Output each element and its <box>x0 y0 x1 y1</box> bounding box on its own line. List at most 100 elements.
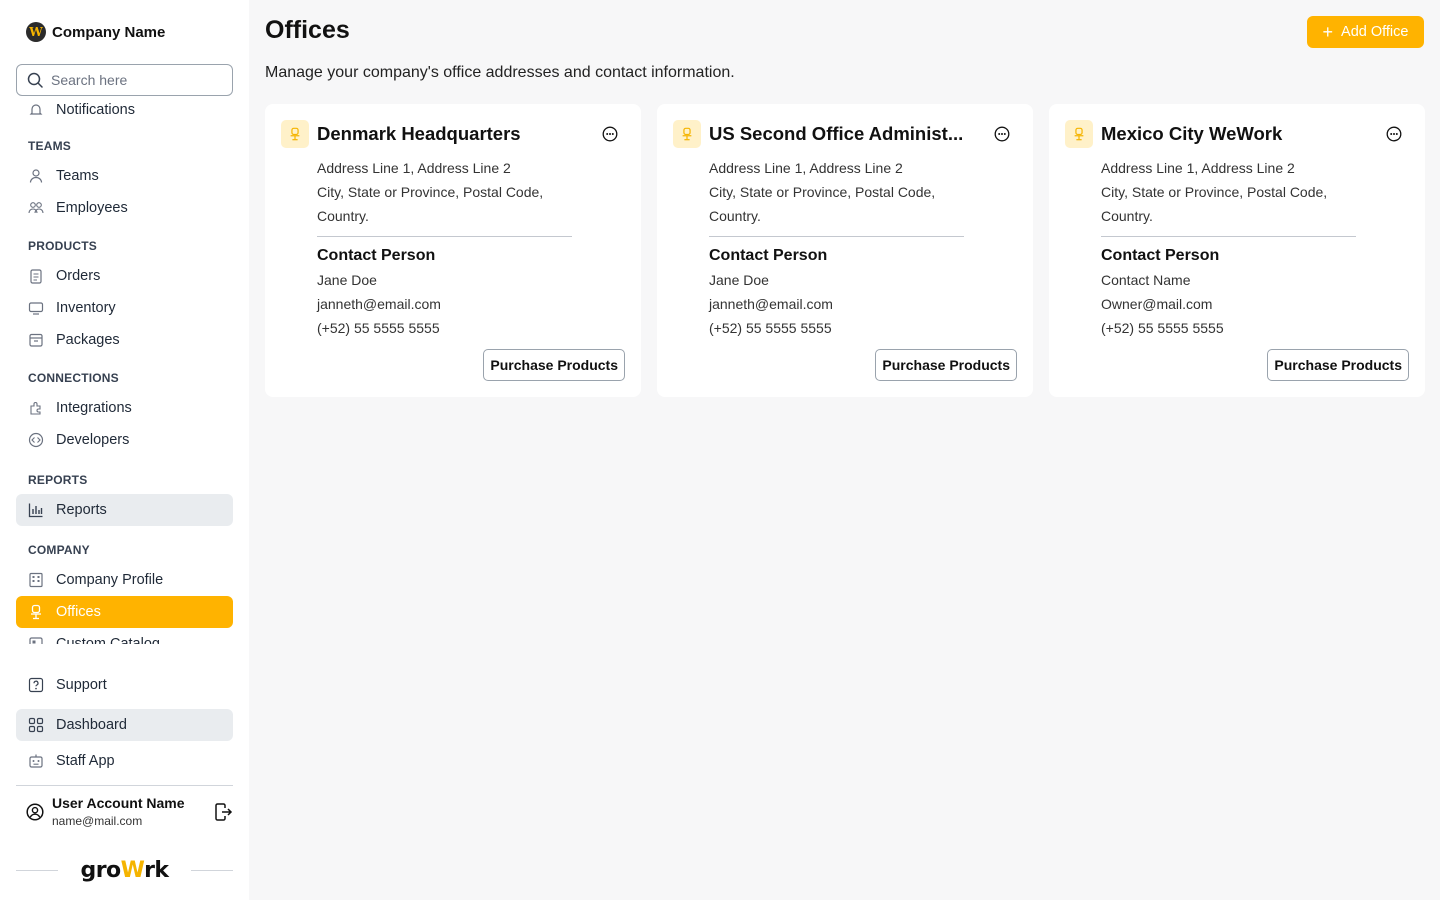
more-options-icon[interactable] <box>602 126 618 142</box>
sidebar-nav[interactable]: Notifications TEAMS Teams Employees PROD… <box>16 102 233 644</box>
bar-chart-icon <box>28 502 44 518</box>
country-line: Country. <box>317 208 369 224</box>
office-card: Denmark Headquarters Address Line 1, Add… <box>265 104 641 397</box>
sidebar-item-label: Developers <box>56 432 130 448</box>
sidebar-item-integrations[interactable]: Integrations <box>16 392 233 424</box>
section-title-connections: CONNECTIONS <box>28 371 119 385</box>
contact-name: Contact Name <box>1101 272 1191 288</box>
office-name: US Second Office Administ... <box>709 123 964 144</box>
contact-email: Owner@mail.com <box>1101 296 1213 312</box>
clipboard-icon <box>28 268 44 284</box>
section-title-teams: TEAMS <box>28 139 71 153</box>
contact-details: Jane Doe janneth@email.com (+52) 55 5555… <box>709 268 833 340</box>
card-divider <box>709 236 964 237</box>
monitor-icon <box>28 300 44 316</box>
address-line: Address Line 1, Address Line 2 <box>709 160 903 176</box>
sidebar-item-orders[interactable]: Orders <box>16 260 233 292</box>
city-line: City, State or Province, Postal Code, <box>317 184 544 200</box>
user-circle-icon <box>26 802 44 821</box>
plus-icon: + <box>1322 22 1334 42</box>
sidebar-bottom-nav: Support Dashboard Staff App <box>16 669 233 777</box>
office-address: Address Line 1, Address Line 2 City, Sta… <box>709 156 969 228</box>
user-email: name@mail.com <box>52 814 143 828</box>
catalog-icon <box>28 636 44 644</box>
building-icon <box>28 572 44 588</box>
address-line: Address Line 1, Address Line 2 <box>317 160 511 176</box>
sidebar-item-label: Company Profile <box>56 572 164 588</box>
user-account[interactable]: User Account Name name@mail.com <box>26 795 233 828</box>
logout-icon[interactable] <box>213 802 233 822</box>
purchase-products-button[interactable]: Purchase Products <box>1267 349 1409 381</box>
sidebar-item-inventory[interactable]: Inventory <box>16 292 233 324</box>
sidebar-item-label: Packages <box>56 332 120 348</box>
contact-email: janneth@email.com <box>709 296 833 312</box>
sidebar-item-developers[interactable]: Developers <box>16 424 233 456</box>
contact-title: Contact Person <box>317 247 436 264</box>
sidebar-item-packages[interactable]: Packages <box>16 324 233 356</box>
purchase-products-button[interactable]: Purchase Products <box>483 349 625 381</box>
sidebar-item-label: Orders <box>56 268 101 284</box>
sidebar-item-notifications[interactable]: Notifications <box>16 102 233 126</box>
sidebar-item-support[interactable]: Support <box>16 669 233 701</box>
office-card: Mexico City WeWork Address Line 1, Addre… <box>1049 104 1425 397</box>
sidebar-item-label: Custom Catalog <box>56 636 160 644</box>
add-office-button[interactable]: + Add Office <box>1307 16 1424 48</box>
contact-email: janneth@email.com <box>317 296 441 312</box>
bell-icon <box>28 102 44 118</box>
sidebar-item-label: Staff App <box>56 753 115 769</box>
sidebar-item-label: Employees <box>56 200 128 216</box>
contact-title: Contact Person <box>1101 247 1220 264</box>
add-office-label: Add Office <box>1341 24 1409 40</box>
sidebar-item-label: Dashboard <box>56 717 127 733</box>
sidebar-item-custom-catalog[interactable]: Custom Catalog <box>16 628 233 644</box>
office-address: Address Line 1, Address Line 2 City, Sta… <box>317 156 577 228</box>
page-title: Offices <box>265 16 350 44</box>
section-title-company: COMPANY <box>28 543 90 557</box>
contact-name: Jane Doe <box>317 272 377 288</box>
sidebar-item-teams[interactable]: Teams <box>16 160 233 192</box>
contact-name: Jane Doe <box>709 272 769 288</box>
sidebar-item-label: Notifications <box>56 102 135 118</box>
office-name: Mexico City WeWork <box>1101 123 1283 144</box>
section-title-reports: REPORTS <box>28 473 88 487</box>
company-brand[interactable]: W Company Name <box>26 22 165 42</box>
office-chair-icon <box>281 120 309 148</box>
sidebar-item-label: Reports <box>56 502 107 518</box>
more-options-icon[interactable] <box>994 126 1010 142</box>
contact-details: Contact Name Owner@mail.com (+52) 55 555… <box>1101 268 1224 340</box>
logo-part-3: rk <box>144 858 169 883</box>
users-icon <box>28 200 44 216</box>
card-divider <box>317 236 572 237</box>
sidebar-item-dashboard[interactable]: Dashboard <box>16 709 233 741</box>
office-cards: Denmark Headquarters Address Line 1, Add… <box>265 104 1425 397</box>
sidebar-item-company-profile[interactable]: Company Profile <box>16 564 233 596</box>
sidebar-item-label: Offices <box>56 604 101 620</box>
robot-icon <box>28 753 44 769</box>
sidebar-item-reports[interactable]: Reports <box>16 494 233 526</box>
sidebar-item-label: Inventory <box>56 300 116 316</box>
country-line: Country. <box>1101 208 1153 224</box>
search-input[interactable] <box>51 72 221 88</box>
office-address: Address Line 1, Address Line 2 City, Sta… <box>1101 156 1361 228</box>
grid-icon <box>28 717 44 733</box>
page-subtitle: Manage your company's office addresses a… <box>265 64 735 81</box>
card-divider <box>1101 236 1356 237</box>
sidebar-item-label: Support <box>56 677 107 693</box>
contact-phone: (+52) 55 5555 5555 <box>709 320 832 336</box>
package-icon <box>28 332 44 348</box>
office-name: Denmark Headquarters <box>317 123 521 144</box>
sidebar-item-label: Teams <box>56 168 99 184</box>
purchase-products-button[interactable]: Purchase Products <box>875 349 1017 381</box>
sidebar: W Company Name Notifications TEAMS Teams… <box>0 0 249 900</box>
contact-phone: (+52) 55 5555 5555 <box>1101 320 1224 336</box>
sidebar-item-employees[interactable]: Employees <box>16 192 233 224</box>
user-icon <box>28 168 44 184</box>
search-box[interactable] <box>16 64 233 96</box>
office-chair-icon <box>673 120 701 148</box>
code-icon <box>28 432 44 448</box>
more-options-icon[interactable] <box>1386 126 1402 142</box>
address-line: Address Line 1, Address Line 2 <box>1101 160 1295 176</box>
sidebar-item-offices[interactable]: Offices <box>16 596 233 628</box>
sidebar-item-staff-app[interactable]: Staff App <box>16 745 233 777</box>
sidebar-divider <box>16 785 233 786</box>
